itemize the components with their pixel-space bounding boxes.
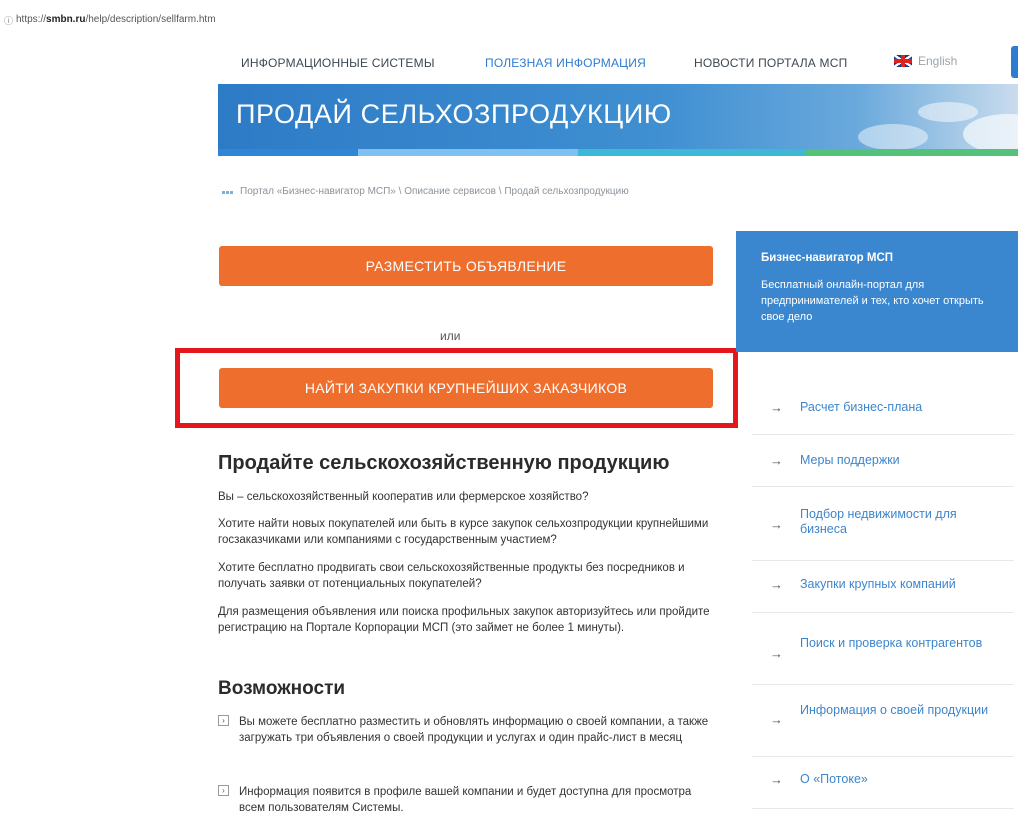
features-heading: Возможности — [218, 678, 346, 699]
info-box-text: Бесплатный онлайн-портал для предпринима… — [761, 279, 984, 323]
sidebar-item-counterparty-check[interactable]: → Поиск и проверка контрагентов — [752, 612, 1014, 685]
arrow-right-icon: → — [770, 577, 783, 592]
flag-uk-icon — [894, 55, 912, 67]
sidebar-item-label: Информация о своей продукции — [800, 703, 989, 717]
arrow-right-icon: → — [770, 772, 783, 787]
paragraph: Для размещения объявления или поиска про… — [218, 606, 710, 634]
nav-item-portal-news[interactable]: НОВОСТИ ПОРТАЛА МСП — [694, 56, 847, 70]
info-box-title: Бизнес-навигатор МСП — [761, 252, 894, 264]
address-bar[interactable]: ⓘ https://smbn.ru/help/description/sellf… — [0, 0, 1018, 28]
page-title: ПРОДАЙ СЕЛЬХОЗПРОДУКЦИЮ — [236, 99, 672, 129]
arrow-right-icon: → — [770, 517, 783, 532]
nav-item-useful-information[interactable]: ПОЛЕЗНАЯ ИНФОРМАЦИЯ — [485, 56, 646, 70]
sidebar-item-large-purchases[interactable]: → Закупки крупных компаний — [752, 560, 1014, 613]
feature-text: Вы можете бесплатно разместить и обновля… — [239, 716, 709, 744]
bullet-arrow-icon: › — [218, 785, 229, 796]
feature-text: Информация появится в профиле вашей комп… — [239, 786, 692, 814]
content-heading: Продайте сельскохозяйственную продукцию — [218, 452, 670, 474]
breadcrumb: Портал «Бизнес-навигатор МСП» \ Описание… — [222, 186, 629, 197]
sidebar-info-box: Бизнес-навигатор МСП Бесплатный онлайн-п… — [736, 231, 1018, 352]
language-switch[interactable]: English — [894, 54, 957, 68]
sidebar-item-support-measures[interactable]: → Меры поддержки — [752, 434, 1014, 487]
highlight-frame — [175, 348, 738, 428]
sidebar-item-about-potok[interactable]: → О «Потоке» — [752, 756, 1014, 809]
page-banner: ПРОДАЙ СЕЛЬХОЗПРОДУКЦИЮ — [218, 84, 1018, 156]
breadcrumb-text[interactable]: Портал «Бизнес-навигатор МСП» \ Описание… — [240, 186, 629, 197]
url-text: https://smbn.ru/help/description/sellfar… — [16, 14, 216, 25]
sidebar-item-label: Подбор недвижимости для бизнеса — [800, 507, 957, 536]
info-icon[interactable]: ⓘ — [4, 13, 13, 29]
sidebar-item-label: Расчет бизнес-плана — [800, 400, 923, 414]
arrow-right-icon: → — [770, 646, 783, 661]
sidebar-item-label: Поиск и проверка контрагентов — [800, 636, 983, 650]
login-button-partial[interactable] — [1011, 46, 1018, 78]
post-ad-button[interactable]: РАЗМЕСТИТЬ ОБЪЯВЛЕНИЕ — [219, 246, 713, 286]
nav-item-information-systems[interactable]: ИНФОРМАЦИОННЫЕ СИСТЕМЫ — [241, 56, 435, 70]
arrow-right-icon: → — [770, 453, 783, 468]
or-separator: или — [440, 329, 461, 343]
sidebar-item-product-info[interactable]: → Информация о своей продукции — [752, 684, 1014, 757]
paragraph: Хотите найти новых покупателей или быть … — [218, 518, 709, 546]
top-navigation: ИНФОРМАЦИОННЫЕ СИСТЕМЫ ПОЛЕЗНАЯ ИНФОРМАЦ… — [218, 44, 1018, 78]
sidebar-item-real-estate[interactable]: → Подбор недвижимости для бизнеса — [752, 486, 1014, 561]
sidebar-item-business-plan[interactable]: → Расчет бизнес-плана — [752, 380, 1014, 435]
sidebar-item-label: О «Потоке» — [800, 772, 868, 786]
breadcrumb-dots-icon — [222, 186, 234, 194]
arrow-right-icon: → — [770, 712, 783, 727]
paragraph: Хотите бесплатно продвигать свои сельско… — [218, 562, 685, 590]
arrow-right-icon: → — [770, 400, 783, 415]
sidebar-item-label: Закупки крупных компаний — [800, 577, 956, 591]
bullet-arrow-icon: › — [218, 715, 229, 726]
paragraph: Вы – сельскохозяйственный кооператив или… — [218, 491, 589, 503]
sidebar-item-label: Меры поддержки — [800, 453, 900, 467]
